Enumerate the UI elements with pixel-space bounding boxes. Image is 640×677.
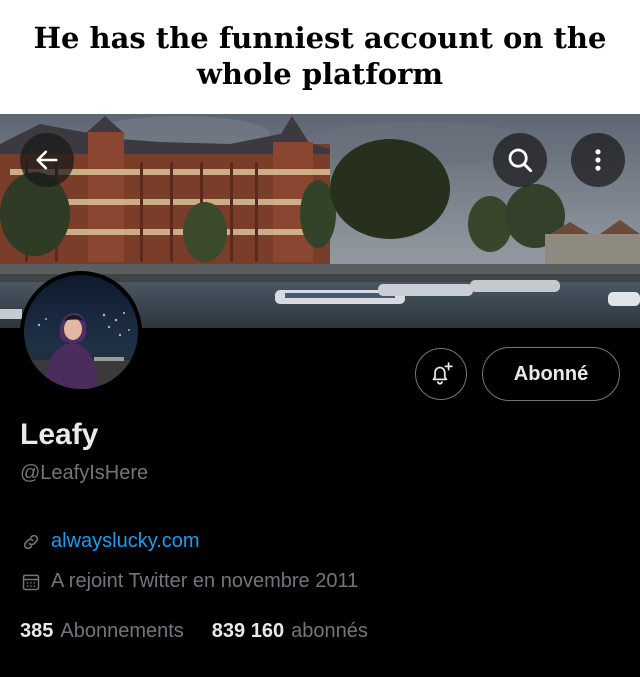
following-count: 385 <box>20 620 54 642</box>
profile-name: Leafy <box>20 418 99 451</box>
followers-stat[interactable]: 839 160 abonnés <box>212 620 368 643</box>
website-row: alwayslucky.com <box>20 530 200 553</box>
profile-handle: @LeafyIsHere <box>20 462 149 484</box>
more-vertical-icon <box>595 149 601 171</box>
following-label: Abonnements <box>60 620 184 642</box>
search-button[interactable] <box>493 133 547 187</box>
caption-line-1: He has the funniest account on the <box>33 21 607 55</box>
following-stat[interactable]: 385 Abonnements <box>20 620 184 643</box>
bell-plus-icon <box>432 362 453 385</box>
calendar-icon <box>20 571 42 593</box>
website-link[interactable]: alwayslucky.com <box>51 530 200 553</box>
link-icon <box>20 531 42 553</box>
caption-line-2: whole platform <box>196 57 444 91</box>
notifications-button[interactable] <box>415 348 467 400</box>
meme-caption: He has the funniest account on the whole… <box>0 0 640 114</box>
caption-text: He has the funniest account on the whole… <box>30 20 610 92</box>
back-button[interactable] <box>20 133 74 187</box>
followers-count: 839 160 <box>211 620 285 642</box>
joined-date: A rejoint Twitter en novembre 2011 <box>51 570 359 592</box>
avatar[interactable] <box>20 271 142 393</box>
arrow-left-icon <box>36 150 58 170</box>
following-button[interactable]: Abonné <box>482 347 620 401</box>
more-options-button[interactable] <box>571 133 625 187</box>
followers-label: abonnés <box>291 620 368 642</box>
follow-stats: 385 Abonnements 839 160 abonnés <box>20 620 396 643</box>
joined-row: A rejoint Twitter en novembre 2011 <box>20 570 358 593</box>
search-icon <box>508 148 533 173</box>
